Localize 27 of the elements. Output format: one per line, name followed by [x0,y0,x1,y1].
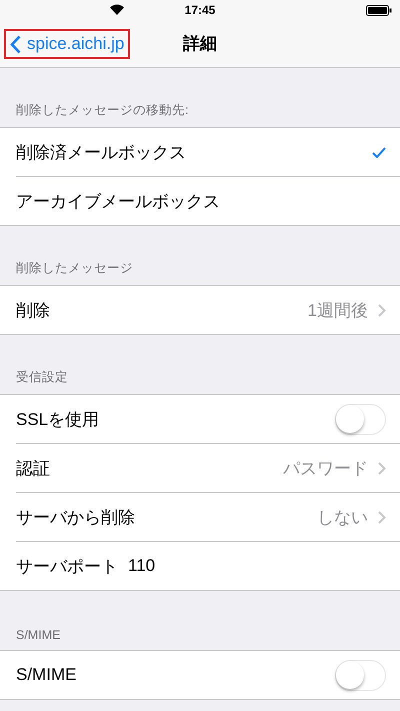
option-row[interactable]: 削除済メールボックス [16,128,400,176]
toggle-switch[interactable] [335,660,386,690]
back-button[interactable]: spice.aichi.jp [4,29,130,59]
row-label: 削除 [16,300,50,322]
section-header: S/MIME [15,627,62,644]
screen-title: 詳細 [183,33,217,55]
row-label: SSLを使用 [16,408,100,430]
row-value: 1週間後 [308,300,368,322]
wifi-icon [110,4,124,15]
chevron-icon [378,462,386,474]
section-header: 削除したメッセージ [15,260,134,277]
chevron-icon [378,510,386,524]
row-label: サーバポート [16,556,118,578]
port-field[interactable]: 110 [128,556,328,576]
section-header: 削除したメッセージの移動先: [15,102,190,119]
chevron-icon [378,304,386,316]
section-header: 受信設定 [15,369,69,386]
row-value: しない [317,506,368,528]
row-value: パスワード [283,458,368,480]
back-chevron-icon [10,34,21,54]
battery-icon [366,5,392,16]
row-label: 認証 [16,458,50,480]
option-row[interactable]: アーカイブメールボックス [16,176,400,225]
row-label: サーバから削除 [16,506,135,528]
status-time: 17:45 [184,3,216,17]
toggle-switch[interactable] [335,404,386,434]
row-label: S/MIME [16,665,76,685]
